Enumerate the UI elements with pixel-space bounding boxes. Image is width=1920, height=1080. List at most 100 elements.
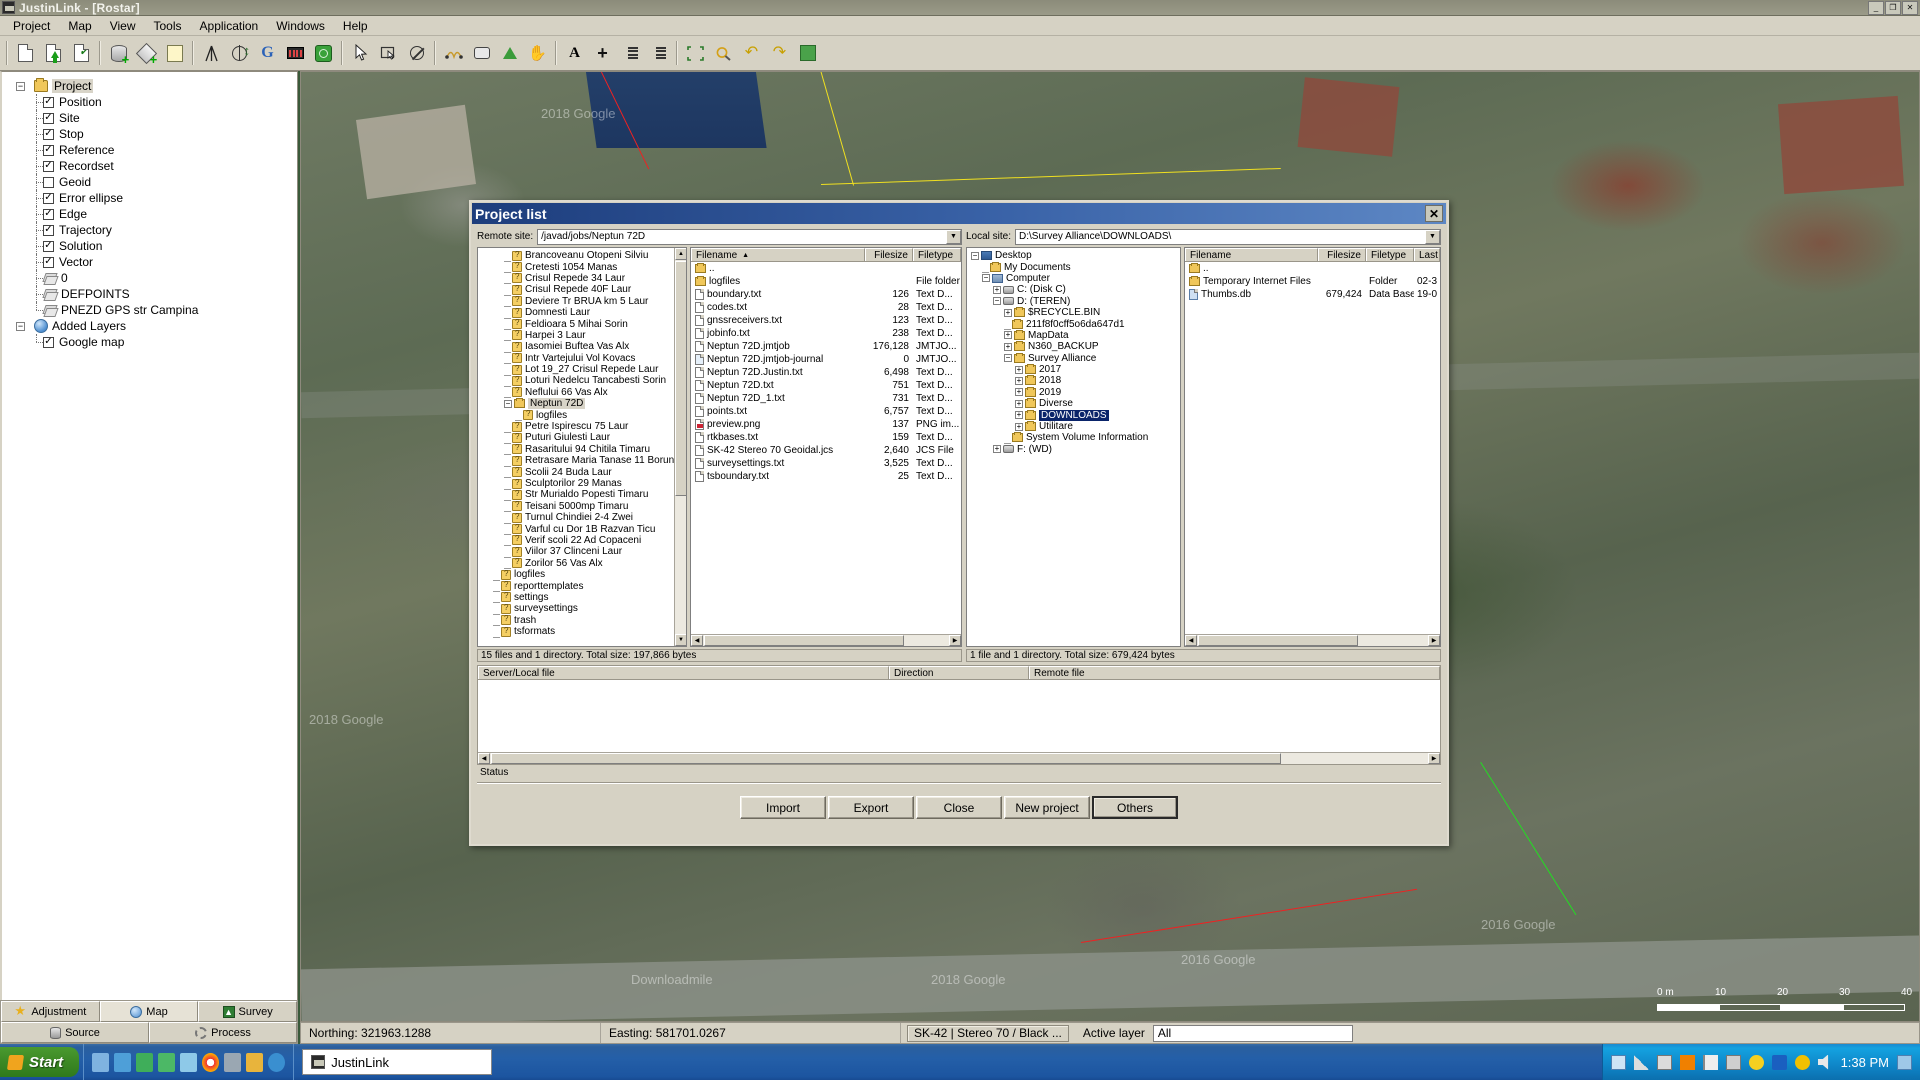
chevron-down-icon[interactable]: ▼ [1425, 229, 1440, 244]
menu-item-view[interactable]: View [101, 17, 145, 35]
checkbox[interactable]: ✓ [43, 112, 54, 124]
flag-icon[interactable] [1702, 1054, 1718, 1070]
zoom-extents-icon[interactable] [682, 40, 709, 67]
collapse-icon[interactable]: − [504, 399, 512, 408]
checkbox[interactable]: ✓ [43, 336, 54, 348]
collapse-icon[interactable]: − [993, 297, 1001, 306]
tab-map[interactable]: Map [99, 1001, 199, 1022]
sidebar-item-vector[interactable]: ✓ Vector [10, 254, 297, 270]
tree-item[interactable]: 211f8f0cff5o6da647d1 [969, 318, 1180, 331]
table-row[interactable]: jobinfo.txt 238 Text D... [691, 327, 961, 340]
tree-item[interactable]: logfiles [480, 569, 686, 581]
globe-transfer-icon[interactable]: ↕ [226, 40, 253, 67]
tree-item[interactable]: Harpei 3 Laur [480, 329, 686, 342]
notes-icon[interactable] [180, 1052, 198, 1072]
tree-item[interactable]: reporttemplates [480, 580, 686, 593]
app1-icon[interactable] [136, 1052, 154, 1072]
menu-item-project[interactable]: Project [4, 17, 59, 35]
scroll-thumb[interactable] [491, 753, 1281, 764]
deselect-icon[interactable] [403, 40, 430, 67]
remote-tree-scrollbar[interactable]: ▲ ▼ [674, 248, 686, 646]
column-header-filetype[interactable]: Filetype [1366, 248, 1414, 261]
tree-item[interactable]: − Survey Alliance [969, 352, 1180, 364]
table-row[interactable]: points.txt 6,757 Text D... [691, 405, 961, 418]
list-sort-icon[interactable] [645, 40, 672, 67]
tree-item[interactable]: Retrasare Maria Tanase 11 Borundel [480, 455, 686, 467]
table-row[interactable]: boundary.txt 126 Text D... [691, 288, 961, 301]
device-icon[interactable] [282, 40, 309, 67]
tree-item[interactable]: Verif scoli 22 Ad Copaceni [480, 534, 686, 547]
tree-item[interactable]: +2019 [969, 386, 1180, 398]
tree-item[interactable]: − D: (TEREN) [969, 296, 1180, 307]
tree-item[interactable]: Rasaritului 94 Chitila Timaru [480, 443, 686, 456]
table-row[interactable]: .. [691, 262, 961, 275]
tree-item[interactable]: + C: (Disk C) [969, 284, 1180, 295]
tree-item[interactable]: Cretesti 1054 Manas [480, 261, 686, 274]
remote-site-combo[interactable]: /javad/jobs/Neptun 72D ▼ [537, 228, 962, 245]
sidebar-item-recordset[interactable]: ✓ Recordset [10, 158, 297, 174]
tree-item[interactable]: Loturi Nedelcu Tancabesti Sorin [480, 375, 686, 387]
app2-icon[interactable] [158, 1052, 176, 1072]
sidebar-item-defpoints[interactable]: DEFPOINTS [10, 286, 297, 302]
column-header-filetype[interactable]: Filetype [913, 248, 961, 261]
checkbox[interactable]: ✓ [43, 96, 54, 108]
local-file-list[interactable]: Filename Filesize Filetype Last .. Tempo… [1184, 247, 1441, 647]
sidebar-item-pnezd[interactable]: PNEZD GPS str Campina [10, 302, 297, 318]
checkbox[interactable]: ✓ [43, 224, 54, 236]
antivirus-icon[interactable] [1794, 1054, 1810, 1070]
tree-item[interactable]: Varful cu Dor 1B Razvan Ticu [480, 523, 686, 536]
task-justinlink[interactable]: JustinLink [302, 1049, 493, 1075]
export-icon[interactable] [794, 40, 821, 67]
checkbox[interactable]: ✓ [43, 208, 54, 220]
tree-item[interactable]: Petre Ispirescu 75 Laur [480, 421, 686, 433]
tab-survey[interactable]: ▲ Survey [198, 1001, 298, 1022]
table-row[interactable]: SK-42 Stereo 70 Geoidal.jcs 2,640 JCS File [691, 444, 961, 457]
checkbox[interactable]: ✓ [43, 144, 54, 156]
table-row[interactable]: .. [1185, 262, 1440, 275]
tree-item[interactable]: + $RECYCLE.BIN [969, 307, 1180, 318]
menu-item-map[interactable]: Map [59, 17, 100, 35]
scroll-left-icon[interactable]: ◀ [478, 753, 490, 764]
import-button[interactable]: Import [740, 796, 826, 819]
close-button[interactable]: ✕ [1902, 0, 1918, 15]
list-icon[interactable] [617, 40, 644, 67]
expand-icon[interactable]: + [1015, 388, 1023, 397]
scroll-thumb[interactable] [704, 635, 904, 646]
tab-process[interactable]: Process [149, 1022, 297, 1043]
sidebar-item-layer-0[interactable]: 0 [10, 270, 297, 286]
table-row[interactable]: logfiles File folder [691, 275, 961, 288]
tab-adjustment[interactable]: ★ Adjustment [1, 1001, 100, 1022]
tripod-icon[interactable] [198, 40, 225, 67]
checkbox[interactable]: ✓ [43, 128, 54, 140]
table-row[interactable]: Neptun 72D.jmtjob 176,128 JMTJO... [691, 340, 961, 353]
checkbox[interactable]: ✓ [43, 192, 54, 204]
expand-icon[interactable]: + [1004, 331, 1012, 340]
scroll-up-icon[interactable]: ▲ [675, 248, 686, 260]
expand-icon[interactable]: + [1015, 376, 1023, 385]
select-rectangle-icon[interactable] [375, 40, 402, 67]
add-point-icon[interactable]: + [589, 40, 616, 67]
close-icon[interactable]: ✕ [1425, 205, 1443, 222]
tree-item[interactable]: Deviere Tr BRUA km 5 Laur [480, 295, 686, 308]
sidebar-item-trajectory[interactable]: ✓ Trajectory [10, 222, 297, 238]
scroll-right-icon[interactable]: ▶ [949, 635, 961, 646]
tree-item[interactable]: trash [480, 614, 686, 627]
zoom-area-icon[interactable] [468, 40, 495, 67]
close-button[interactable]: Close [916, 796, 1002, 819]
menu-item-application[interactable]: Application [191, 17, 268, 35]
sidebar-item-stop[interactable]: ✓ Stop [10, 126, 297, 142]
tree-item[interactable]: Sculptorilor 29 Manas [480, 478, 686, 490]
scroll-thumb[interactable] [1198, 635, 1358, 646]
tree-item[interactable]: Lot 19_27 Crisul Repede Laur [480, 364, 686, 376]
tree-item[interactable]: Scolii 24 Buda Laur [480, 466, 686, 479]
tree-item[interactable]: Domnesti Laur [480, 307, 686, 319]
tree-item[interactable]: + MapData [969, 329, 1180, 341]
sun-icon[interactable] [1748, 1054, 1764, 1070]
tree-item[interactable]: +2017 [969, 364, 1180, 375]
column-header-filename[interactable]: Filename ▲ [691, 248, 865, 261]
scroll-right-icon[interactable]: ▶ [1428, 635, 1440, 646]
active-layer-input[interactable]: All [1152, 1024, 1353, 1042]
measure-icon[interactable] [440, 40, 467, 67]
tree-item[interactable]: Str Murialdo Popesti Timaru [480, 489, 686, 501]
collapse-icon[interactable]: − [16, 321, 25, 331]
